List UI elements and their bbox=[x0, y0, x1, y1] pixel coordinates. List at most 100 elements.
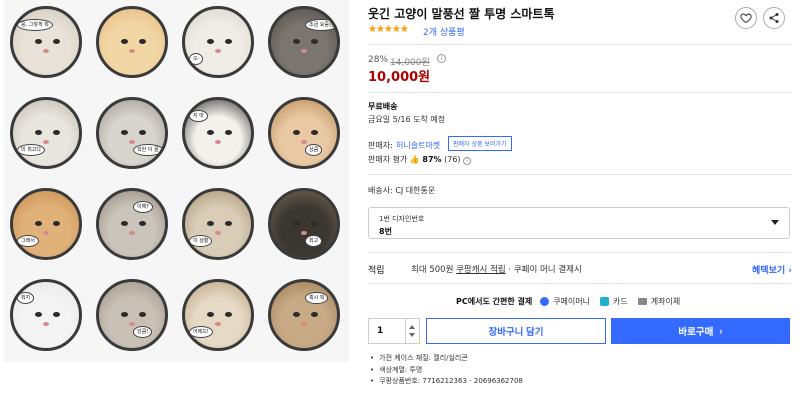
cat-eye bbox=[53, 130, 60, 135]
cat-nose bbox=[301, 49, 307, 53]
speech-bubble: 상큼 bbox=[305, 144, 323, 156]
speech-bubble: 이 상황 bbox=[189, 235, 213, 247]
divider bbox=[368, 174, 792, 175]
card-icon bbox=[600, 297, 609, 306]
seller-name-link[interactable]: 허니슬트마켓 bbox=[396, 140, 440, 151]
cat-eye bbox=[35, 130, 42, 135]
sticker-tile: 뭐지 bbox=[10, 279, 82, 351]
cat-eye bbox=[225, 312, 232, 317]
cat-eye bbox=[311, 221, 318, 226]
seller-products-button[interactable]: 판매자 상품 보러가기 bbox=[448, 136, 512, 151]
wishlist-button[interactable] bbox=[735, 7, 757, 29]
cat-eye bbox=[121, 39, 128, 44]
sticker-tile: 응, 그렇게 뭐 bbox=[10, 6, 82, 78]
speech-bubble: 어에드! bbox=[189, 326, 213, 338]
add-to-cart-button[interactable]: 장바구니 담기 bbox=[426, 318, 606, 344]
cat-nose bbox=[43, 49, 49, 53]
seller-rating-value: 87% bbox=[422, 155, 442, 164]
sticker-tile: 조금 요즘만 bbox=[268, 6, 340, 78]
quantity-arrows bbox=[405, 319, 419, 343]
cat-eye bbox=[121, 312, 128, 317]
speech-bubble: 미 최고다 bbox=[17, 144, 45, 156]
cat-eye bbox=[121, 130, 128, 135]
cat-nose bbox=[301, 322, 307, 326]
divider bbox=[368, 283, 792, 284]
sticker-tile: 혹시 뭐 bbox=[268, 279, 340, 351]
cat-nose bbox=[129, 140, 135, 144]
shipping-title: 무료배송 bbox=[368, 102, 398, 111]
buy-now-button[interactable]: 바로구매 › bbox=[611, 318, 790, 344]
cat-nose bbox=[215, 231, 221, 235]
sticker-tile: 오- bbox=[182, 6, 254, 78]
chevron-right-icon: › bbox=[719, 325, 723, 337]
cat-eye bbox=[207, 39, 214, 44]
review-count-link[interactable]: 2개 상품평 bbox=[423, 25, 465, 38]
spec-list: 가전 케이스 재질: 젤리/실리콘 색상계열: 투명 쿠팡상품번호: 77162… bbox=[370, 353, 523, 388]
heart-icon bbox=[740, 13, 752, 24]
spec-item: 색상계열: 투명 bbox=[370, 365, 523, 377]
info-icon[interactable]: i bbox=[437, 54, 446, 63]
rating-stars: ★★★★★ bbox=[368, 24, 409, 35]
info-icon[interactable]: i bbox=[463, 157, 472, 165]
sticker-tile: 미 최고다 bbox=[10, 97, 82, 169]
divider bbox=[368, 92, 792, 93]
cat-nose bbox=[129, 49, 135, 53]
sticker-tile: 이 상황 bbox=[182, 188, 254, 260]
spec-item: 가전 케이스 재질: 젤리/실리콘 bbox=[370, 353, 523, 365]
option-select[interactable]: 1번 디자인번호 8번 bbox=[368, 207, 790, 239]
seller-rating: 판매자 평가 👍 87% (76) i bbox=[368, 154, 472, 165]
cat-eye bbox=[35, 312, 42, 317]
cat-nose bbox=[215, 322, 221, 326]
product-image[interactable]: 응, 그렇게 뭐 오- 조금 요즘만 미 최고다 외한 이 꿀 지 마 상큼 그래서 이해? 이 … bbox=[4, 0, 349, 362]
cat-eye bbox=[311, 312, 318, 317]
cash-link[interactable]: 쿠팡캐시 적립 bbox=[456, 265, 506, 275]
quantity-down-icon[interactable] bbox=[409, 333, 415, 337]
buy-now-label: 바로구매 bbox=[678, 327, 714, 338]
cat-nose bbox=[301, 140, 307, 144]
speech-bubble: 오- bbox=[189, 53, 204, 65]
payment-method: 쿠페이머니 bbox=[553, 297, 590, 306]
spec-item: 쿠팡상품번호: 7716212363 - 20696362708 bbox=[370, 376, 523, 388]
option-value: 8번 bbox=[379, 227, 392, 236]
delivery-date: 금요일 5/16 도착 예정 bbox=[368, 115, 446, 124]
cat-eye bbox=[139, 130, 146, 135]
quantity-up-icon[interactable] bbox=[409, 325, 415, 329]
sticker-tile: 어에드! bbox=[182, 279, 254, 351]
speech-bubble: 이해? bbox=[133, 201, 153, 213]
cat-eye bbox=[121, 221, 128, 226]
cat-eye bbox=[293, 221, 300, 226]
sticker-tile: 최고 bbox=[268, 188, 340, 260]
bank-icon bbox=[637, 298, 647, 305]
cat-nose bbox=[129, 231, 135, 235]
accumulate-text: 최대 500원 쿠팡캐시 적립 · 쿠페이 머니 결제시 bbox=[411, 263, 582, 275]
share-button[interactable] bbox=[763, 7, 785, 29]
sticker-tile: 지 마 bbox=[182, 97, 254, 169]
cat-eye bbox=[53, 221, 60, 226]
accumulate-amount: 최대 500원 bbox=[411, 265, 454, 275]
cat-eye bbox=[207, 312, 214, 317]
cat-nose bbox=[215, 140, 221, 144]
quantity-stepper[interactable]: 1 bbox=[368, 318, 420, 344]
seller-rating-count: (76) bbox=[444, 155, 461, 164]
cat-eye bbox=[53, 312, 60, 317]
quantity-value[interactable]: 1 bbox=[377, 326, 383, 336]
cat-eye bbox=[139, 221, 146, 226]
benefit-link[interactable]: 혜택보기 › bbox=[752, 263, 792, 276]
sticker-tile: 그래서 bbox=[10, 188, 82, 260]
cat-eye bbox=[225, 130, 232, 135]
cat-eye bbox=[139, 312, 146, 317]
sticker-tile: 앙큼! bbox=[96, 279, 168, 351]
cat-nose bbox=[43, 140, 49, 144]
seller-label: 판매자: bbox=[368, 141, 393, 150]
speech-bubble: 응, 그렇게 뭐 bbox=[17, 19, 53, 31]
payment-title: PC에서도 간편한 결제 bbox=[456, 297, 533, 306]
discount-rate: 28% bbox=[368, 55, 389, 65]
sticker-tile bbox=[96, 6, 168, 78]
speech-bubble: 앙큼! bbox=[133, 326, 153, 338]
payment-method: 카드 bbox=[613, 297, 628, 306]
cat-eye bbox=[311, 130, 318, 135]
speech-bubble: 최고 bbox=[305, 235, 323, 247]
cat-eye bbox=[225, 39, 232, 44]
cat-eye bbox=[53, 39, 60, 44]
chevron-down-icon bbox=[771, 220, 779, 225]
